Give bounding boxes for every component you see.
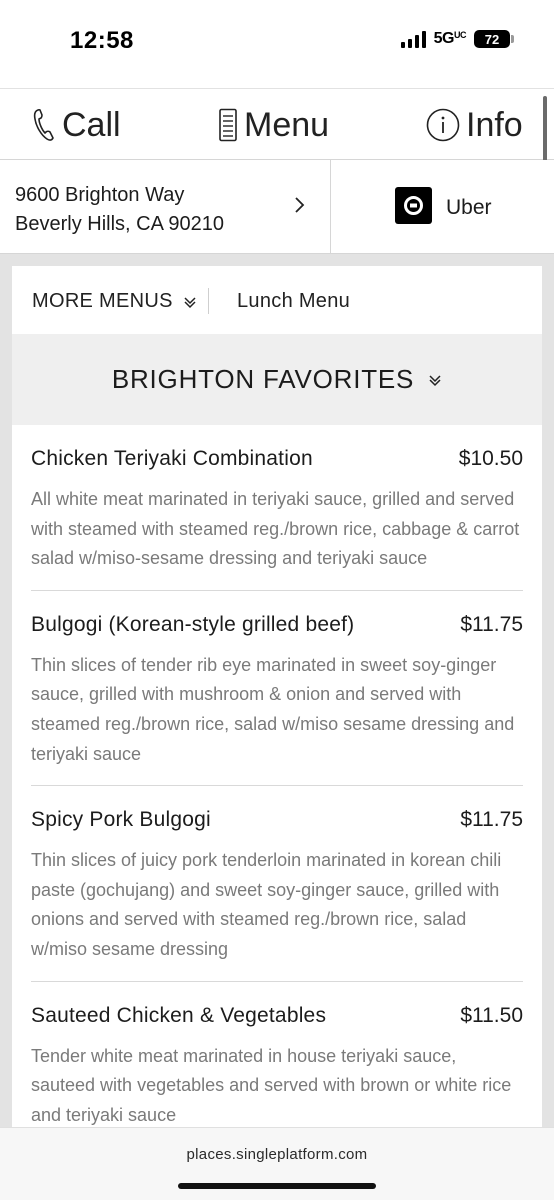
tab-divider <box>208 288 209 314</box>
menu-label: Menu <box>244 105 330 144</box>
phone-icon <box>33 108 54 141</box>
network-type: 5GUC <box>433 30 467 48</box>
more-menus-dropdown[interactable]: MORE MENUS <box>32 290 197 313</box>
address-line-2: Beverly Hills, CA 90210 <box>15 213 224 235</box>
item-description: Tender white meat marinated in house ter… <box>31 1045 512 1125</box>
section-title: BRIGHTON FAVORITES <box>111 364 415 394</box>
location-row: 9600 Brighton Way Beverly Hills, CA 9021… <box>0 160 554 254</box>
uber-button[interactable]: Uber <box>332 160 554 253</box>
url-field[interactable]: places.singleplatform.com <box>0 1146 554 1163</box>
browser-address-bar: places.singleplatform.com <box>0 1127 554 1200</box>
item-price: $11.75 <box>460 612 523 636</box>
item-name: Spicy Pork Bulgogi <box>31 808 211 832</box>
menu-item[interactable]: Bulgogi (Korean-style grilled beef) $11.… <box>31 591 523 787</box>
address-link[interactable]: 9600 Brighton Way Beverly Hills, CA 9021… <box>0 160 331 253</box>
status-bar: 12:58 5GUC 72 <box>0 0 554 86</box>
item-name: Sauteed Chicken & Vegetables <box>31 1003 327 1027</box>
menu-item[interactable]: Spicy Pork Bulgogi $11.75 Thin slices of… <box>31 786 523 982</box>
item-description: All white meat marinated in teriyaki sau… <box>31 489 520 569</box>
info-icon <box>426 108 460 142</box>
status-indicators: 5GUC 72 <box>400 30 514 48</box>
home-indicator[interactable] <box>178 1183 376 1189</box>
info-button[interactable]: Info <box>426 89 523 161</box>
section-header[interactable]: BRIGHTON FAVORITES <box>12 334 542 425</box>
network-label: 5G <box>433 30 455 47</box>
chevron-right-icon <box>295 197 305 213</box>
menu-card: MORE MENUS Lunch Menu BRIGHTON FAVORITES… <box>12 266 542 1130</box>
menu-card-icon <box>219 108 237 142</box>
item-price: $11.75 <box>460 808 523 832</box>
menu-items-list: Chicken Teriyaki Combination $10.50 All … <box>31 425 523 1130</box>
battery-icon: 72 <box>474 30 514 48</box>
item-name: Chicken Teriyaki Combination <box>31 447 313 470</box>
menu-tabs: MORE MENUS Lunch Menu <box>12 266 542 334</box>
more-menus-label: MORE MENUS <box>32 290 173 312</box>
network-suffix: UC <box>454 30 467 40</box>
item-description: Thin slices of juicy pork tenderloin mar… <box>31 850 502 959</box>
chevron-down-icon <box>429 374 441 386</box>
item-description: Thin slices of tender rib eye marinated … <box>31 654 515 764</box>
menu-button[interactable]: Menu <box>218 89 329 161</box>
item-price: $11.50 <box>460 1003 523 1027</box>
address-line-1: 9600 Brighton Way <box>15 184 185 206</box>
uber-logo-icon <box>395 187 432 224</box>
menu-item[interactable]: Chicken Teriyaki Combination $10.50 All … <box>31 425 523 591</box>
item-name: Bulgogi (Korean-style grilled beef) <box>31 612 355 636</box>
call-button[interactable]: Call <box>32 89 121 161</box>
status-time: 12:58 <box>70 27 134 54</box>
top-nav: Call Menu Info <box>0 88 554 160</box>
info-label: Info <box>466 105 523 144</box>
chevron-down-icon <box>184 296 196 308</box>
signal-strength-icon <box>400 30 426 48</box>
menu-item[interactable]: Sauteed Chicken & Vegetables $11.50 Tend… <box>31 982 523 1130</box>
item-price: $10.50 <box>458 447 523 470</box>
battery-level: 72 <box>484 31 500 47</box>
uber-label: Uber <box>446 196 492 219</box>
tab-lunch-menu[interactable]: Lunch Menu <box>237 290 350 313</box>
call-label: Call <box>62 105 121 144</box>
